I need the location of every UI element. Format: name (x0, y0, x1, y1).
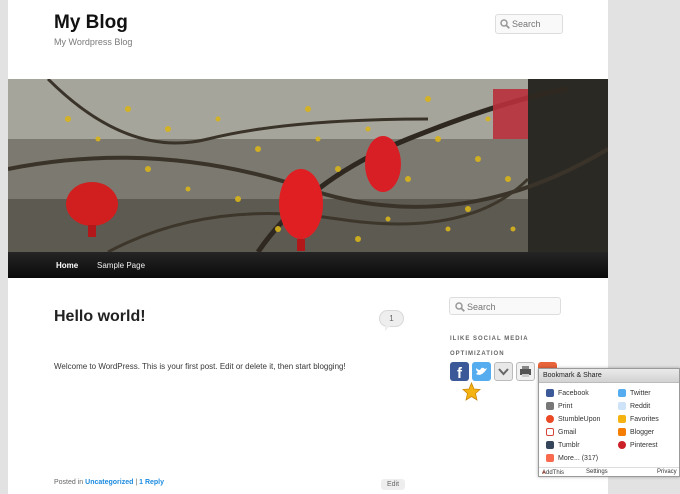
popup-item-label: Tumblr (558, 441, 580, 449)
header-banner-image (8, 79, 608, 252)
popup-item-facebook[interactable]: Facebook (546, 389, 589, 397)
edit-link[interactable]: Edit (381, 479, 405, 490)
popup-item-blogger[interactable]: Blogger (618, 428, 654, 436)
posted-in-label: Posted in (54, 479, 84, 486)
popup-item-stumbleupon[interactable]: StumbleUpon (546, 415, 600, 423)
print-icon (546, 402, 554, 410)
popup-item-label: More... (317) (558, 454, 599, 462)
popup-item-label: Blogger (630, 428, 655, 436)
blogger-icon (618, 428, 626, 436)
header-search-box[interactable] (495, 14, 563, 34)
popup-item-label: Twitter (630, 389, 651, 397)
addthis-icon (546, 454, 554, 462)
comment-count-bubble[interactable]: 1 (379, 310, 404, 331)
sidebar-search-input[interactable] (467, 302, 515, 312)
footer-separator: | (135, 479, 138, 486)
post-body: Welcome to WordPress. This is your first… (54, 362, 346, 371)
popup-item-label: Pinterest (630, 441, 658, 449)
search-icon (500, 19, 510, 29)
facebook-icon (546, 389, 554, 397)
svg-text:f: f (457, 365, 463, 381)
bookmark-share-popup: Bookmark & Share Facebook Print StumbleU… (538, 368, 680, 477)
facebook-icon[interactable]: f (450, 362, 469, 382)
twitter-icon[interactable] (472, 362, 491, 381)
delicious-icon[interactable] (494, 362, 513, 381)
widget-title-line2: OPTIMIZATION (450, 351, 505, 357)
popup-item-label: Print (558, 402, 573, 410)
sidebar-search-box[interactable] (449, 297, 561, 315)
site-description: My Wordpress Blog (54, 37, 133, 47)
popup-title: Bookmark & Share (539, 369, 679, 383)
reddit-icon (618, 402, 626, 410)
popup-item-label: Gmail (558, 428, 577, 436)
popup-item-tumblr[interactable]: Tumblr (546, 441, 580, 449)
popup-item-more[interactable]: More... (317) (546, 454, 598, 462)
stumbleupon-icon (546, 415, 554, 423)
category-link[interactable]: Uncategorized (85, 479, 133, 486)
header-search-input[interactable] (512, 19, 560, 29)
popup-item-print[interactable]: Print (546, 402, 572, 410)
main-nav: Home Sample Page (8, 252, 608, 278)
popup-item-pinterest[interactable]: Pinterest (618, 441, 658, 449)
popup-item-label: Reddit (630, 402, 651, 410)
gmail-icon (546, 428, 554, 436)
site-title[interactable]: My Blog (54, 12, 128, 34)
popup-item-twitter[interactable]: Twitter (618, 389, 651, 397)
privacy-link[interactable]: Privacy (657, 469, 677, 475)
pinterest-icon (618, 441, 626, 449)
reply-link[interactable]: 1 Reply (139, 479, 164, 486)
widget-title: ILIKE SOCIAL MEDIA (450, 336, 529, 342)
popup-item-label: Favorites (630, 415, 659, 423)
tumblr-icon (546, 441, 554, 449)
twitter-icon (618, 389, 626, 397)
post-title[interactable]: Hello world! (54, 308, 146, 326)
addthis-label: AddThis (542, 470, 565, 476)
popup-footer: ● AddThis Settings Privacy (539, 467, 679, 476)
search-icon (455, 302, 465, 312)
popup-item-label: StumbleUpon (558, 415, 601, 423)
nav-item-home[interactable]: Home (56, 261, 78, 270)
popup-item-label: Facebook (558, 389, 589, 397)
popup-item-reddit[interactable]: Reddit (618, 402, 650, 410)
nav-item-sample-page[interactable]: Sample Page (97, 261, 145, 270)
star-icon (618, 415, 626, 423)
settings-link[interactable]: Settings (586, 469, 608, 475)
post-footer: Posted in Uncategorized | 1 Reply (54, 479, 164, 486)
popup-item-favorites[interactable]: Favorites (618, 415, 659, 423)
page: My Blog My Wordpress Blog Search Home Sa… (8, 0, 608, 494)
popup-item-gmail[interactable]: Gmail (546, 428, 576, 436)
favorites-icon[interactable] (462, 381, 481, 401)
print-icon[interactable] (516, 362, 535, 381)
